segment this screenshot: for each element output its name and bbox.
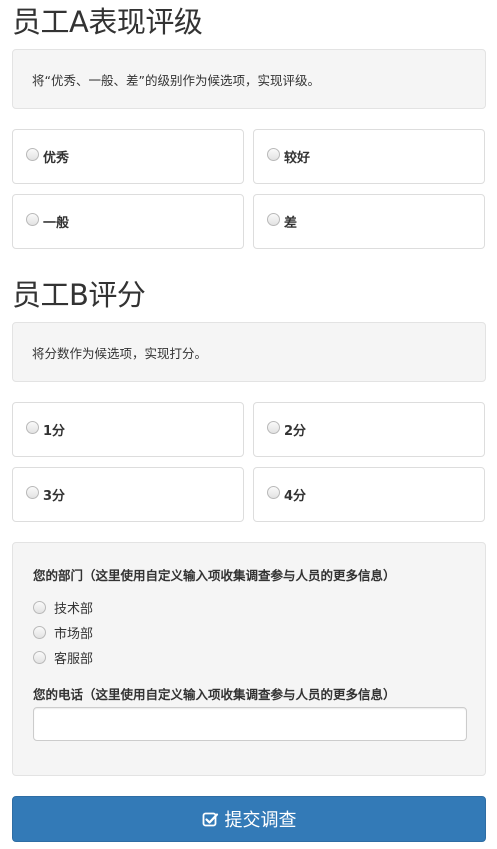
radio-button[interactable] <box>26 486 39 499</box>
department-option-label: 客服部 <box>54 651 94 667</box>
radio-button[interactable] <box>33 625 46 639</box>
radio-button[interactable] <box>33 650 46 664</box>
radio-button[interactable] <box>267 486 280 499</box>
radio-button[interactable] <box>33 600 46 614</box>
department-option-marketing[interactable]: 市场部 <box>33 623 94 642</box>
section-a-description-text: 将“优秀、一般、差”的级别作为候选项，实现评级。 <box>32 72 320 88</box>
option-poor[interactable]: 差 <box>253 194 485 249</box>
submit-button-label: 提交调查 <box>224 810 297 831</box>
section-b-description-text: 将分数作为候选项，实现打分。 <box>32 345 208 361</box>
section-b-title: 员工B评分 <box>12 278 146 312</box>
option-good[interactable]: 较好 <box>253 129 485 184</box>
option-label: 4分 <box>284 489 307 504</box>
section-a-title: 员工A表现评级 <box>12 5 203 39</box>
option-score-1[interactable]: 1分 <box>12 402 244 457</box>
option-average[interactable]: 一般 <box>12 194 244 249</box>
radio-button[interactable] <box>267 421 280 434</box>
option-label: 2分 <box>284 424 307 439</box>
option-label: 较好 <box>284 151 311 166</box>
department-option-label: 技术部 <box>54 601 94 617</box>
section-a-description: 将“优秀、一般、差”的级别作为候选项，实现评级。 <box>12 49 486 109</box>
department-label: 您的部门（这里使用自定义输入项收集调查参与人员的更多信息） <box>33 568 396 583</box>
option-score-3[interactable]: 3分 <box>12 467 244 522</box>
radio-button[interactable] <box>267 213 280 226</box>
radio-button[interactable] <box>267 148 280 161</box>
custom-fields-panel: 您的部门（这里使用自定义输入项收集调查参与人员的更多信息） 技术部 市场部 客服… <box>12 542 486 776</box>
option-label: 一般 <box>43 216 70 231</box>
department-option-tech[interactable]: 技术部 <box>33 598 94 617</box>
option-label: 3分 <box>43 489 66 504</box>
radio-button[interactable] <box>26 148 39 161</box>
option-score-4[interactable]: 4分 <box>253 467 485 522</box>
option-label: 1分 <box>43 424 66 439</box>
option-excellent[interactable]: 优秀 <box>12 129 244 184</box>
submit-survey-button[interactable]: 提交调查 <box>12 796 486 842</box>
department-option-support[interactable]: 客服部 <box>33 648 94 667</box>
department-option-label: 市场部 <box>54 626 94 642</box>
section-b-description: 将分数作为候选项，实现打分。 <box>12 322 486 382</box>
phone-input[interactable] <box>33 707 467 741</box>
option-label: 优秀 <box>43 151 70 166</box>
option-label: 差 <box>284 216 298 231</box>
option-score-2[interactable]: 2分 <box>253 402 485 457</box>
radio-button[interactable] <box>26 421 39 434</box>
radio-button[interactable] <box>26 213 39 226</box>
phone-label: 您的电话（这里使用自定义输入项收集调查参与人员的更多信息） <box>33 687 396 702</box>
check-square-icon <box>202 811 219 828</box>
